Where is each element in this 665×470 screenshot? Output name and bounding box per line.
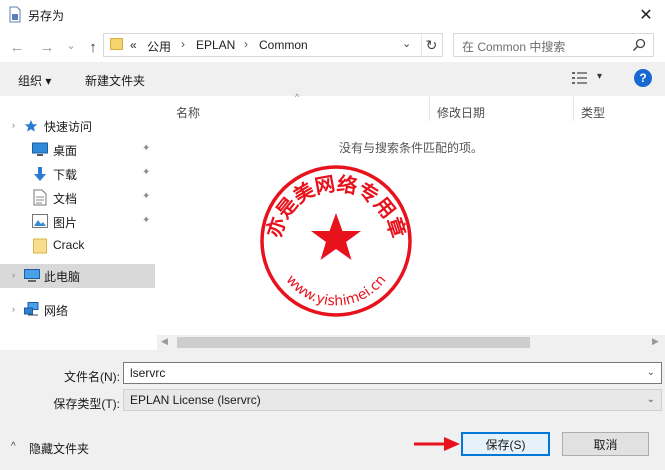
sidebar-item-label: 图片 — [53, 216, 78, 230]
sidebar-item-downloads[interactable]: 下载 ✦ — [0, 162, 155, 186]
breadcrumb-common[interactable]: Common — [259, 38, 308, 52]
scroll-right-icon[interactable]: ▶ — [652, 336, 659, 347]
network-icon — [24, 302, 39, 316]
folder-icon — [33, 238, 47, 254]
search-placeholder: 在 Common 中搜索 — [462, 40, 566, 54]
chevron-down-icon[interactable]: ⌄ — [647, 394, 655, 405]
organize-button[interactable]: 组织 ▾ — [18, 72, 51, 89]
help-icon[interactable]: ? — [634, 69, 652, 87]
sidebar-item-network[interactable]: › 网络 — [0, 298, 155, 322]
sidebar-item-pictures[interactable]: 图片 ✦ — [0, 210, 155, 234]
sidebar-item-quick-access[interactable]: › 快速访问 — [0, 114, 155, 138]
watermark-stamp: 亦是美网络专用章 www.yishimei.cn — [260, 165, 412, 317]
column-divider[interactable] — [573, 97, 574, 121]
sidebar-item-crack[interactable]: Crack — [0, 234, 155, 258]
folder-icon — [110, 38, 123, 50]
chevron-down-icon[interactable]: ⌄ — [647, 367, 655, 378]
back-button[interactable]: ← — [8, 38, 26, 56]
empty-results-message: 没有与搜索条件匹配的项。 — [338, 141, 483, 155]
recent-locations-button[interactable]: ⌄ — [62, 36, 80, 54]
sidebar-item-label: 下载 — [53, 168, 78, 182]
filename-value: lservrc — [130, 366, 166, 380]
chevron-icon: › — [12, 120, 15, 130]
filetype-value: EPLAN License (lservrc) — [130, 393, 261, 407]
up-button[interactable]: ↑ — [84, 38, 102, 56]
view-options-dropdown[interactable]: ▾ — [597, 71, 602, 82]
cancel-button[interactable]: 取消 — [562, 432, 649, 456]
filetype-select[interactable]: EPLAN License (lservrc) ⌄ — [123, 389, 662, 411]
chevron-right-icon: › — [181, 37, 185, 51]
chevron-icon: › — [12, 270, 15, 280]
sidebar-item-label: 快速访问 — [44, 120, 93, 134]
red-arrow-annotation — [414, 437, 460, 451]
sidebar-item-label: 桌面 — [53, 144, 78, 158]
chevron-right-icon: › — [244, 37, 248, 51]
sidebar-item-documents[interactable]: 文档 ✦ — [0, 186, 155, 210]
column-header-type[interactable]: 类型 — [581, 104, 605, 121]
pin-icon: ✦ — [142, 215, 151, 226]
sidebar-item-label: 文档 — [53, 192, 78, 206]
scrollbar-thumb[interactable] — [177, 337, 530, 348]
window-title: 另存为 — [28, 9, 65, 23]
document-icon — [33, 189, 47, 206]
forward-button[interactable]: → — [38, 38, 56, 56]
search-icon[interactable] — [631, 37, 647, 53]
sidebar-item-this-pc[interactable]: › 此电脑 — [0, 264, 155, 288]
sidebar-item-label: Crack — [53, 238, 85, 252]
pictures-icon — [32, 214, 48, 228]
chevron-icon: › — [12, 304, 15, 314]
pin-icon: ✦ — [142, 191, 151, 202]
close-button[interactable]: ✕ — [629, 1, 663, 29]
sidebar-item-label: 网络 — [44, 304, 69, 318]
hide-folders-button[interactable]: 隐藏文件夹 — [29, 440, 89, 457]
filename-field[interactable]: lservrc ⌄ — [123, 362, 662, 384]
sidebar-item-desktop[interactable]: 桌面 ✦ — [0, 138, 155, 162]
save-file-icon — [9, 6, 21, 23]
pin-icon: ✦ — [142, 143, 151, 154]
sort-indicator-icon: ^ — [295, 92, 300, 102]
download-icon — [34, 167, 46, 181]
chevron-up-icon[interactable]: ^ — [11, 441, 16, 452]
computer-icon — [24, 269, 40, 282]
filetype-label: 保存类型(T): — [53, 397, 120, 411]
pin-icon: ✦ — [142, 167, 151, 178]
breadcrumb-public[interactable]: 公用 — [147, 38, 171, 55]
breadcrumb-overflow[interactable]: « — [130, 38, 137, 52]
star-icon — [24, 120, 38, 132]
column-divider[interactable] — [429, 97, 430, 121]
new-folder-button[interactable]: 新建文件夹 — [85, 72, 145, 89]
sidebar-item-label: 此电脑 — [44, 270, 81, 284]
desktop-icon — [32, 142, 48, 156]
title-bar — [0, 0, 665, 30]
address-history-dropdown[interactable]: ⌄ — [402, 37, 411, 50]
refresh-button[interactable]: ↻ — [421, 34, 441, 56]
scroll-left-icon[interactable]: ◀ — [161, 336, 168, 347]
view-options-icon[interactable] — [571, 71, 589, 85]
breadcrumb-eplan[interactable]: EPLAN — [196, 38, 235, 52]
save-button[interactable]: 保存(S) — [461, 432, 550, 456]
column-header-date[interactable]: 修改日期 — [437, 104, 485, 121]
column-header-name[interactable]: 名称 — [176, 104, 200, 121]
filename-label: 文件名(N): — [64, 370, 120, 384]
